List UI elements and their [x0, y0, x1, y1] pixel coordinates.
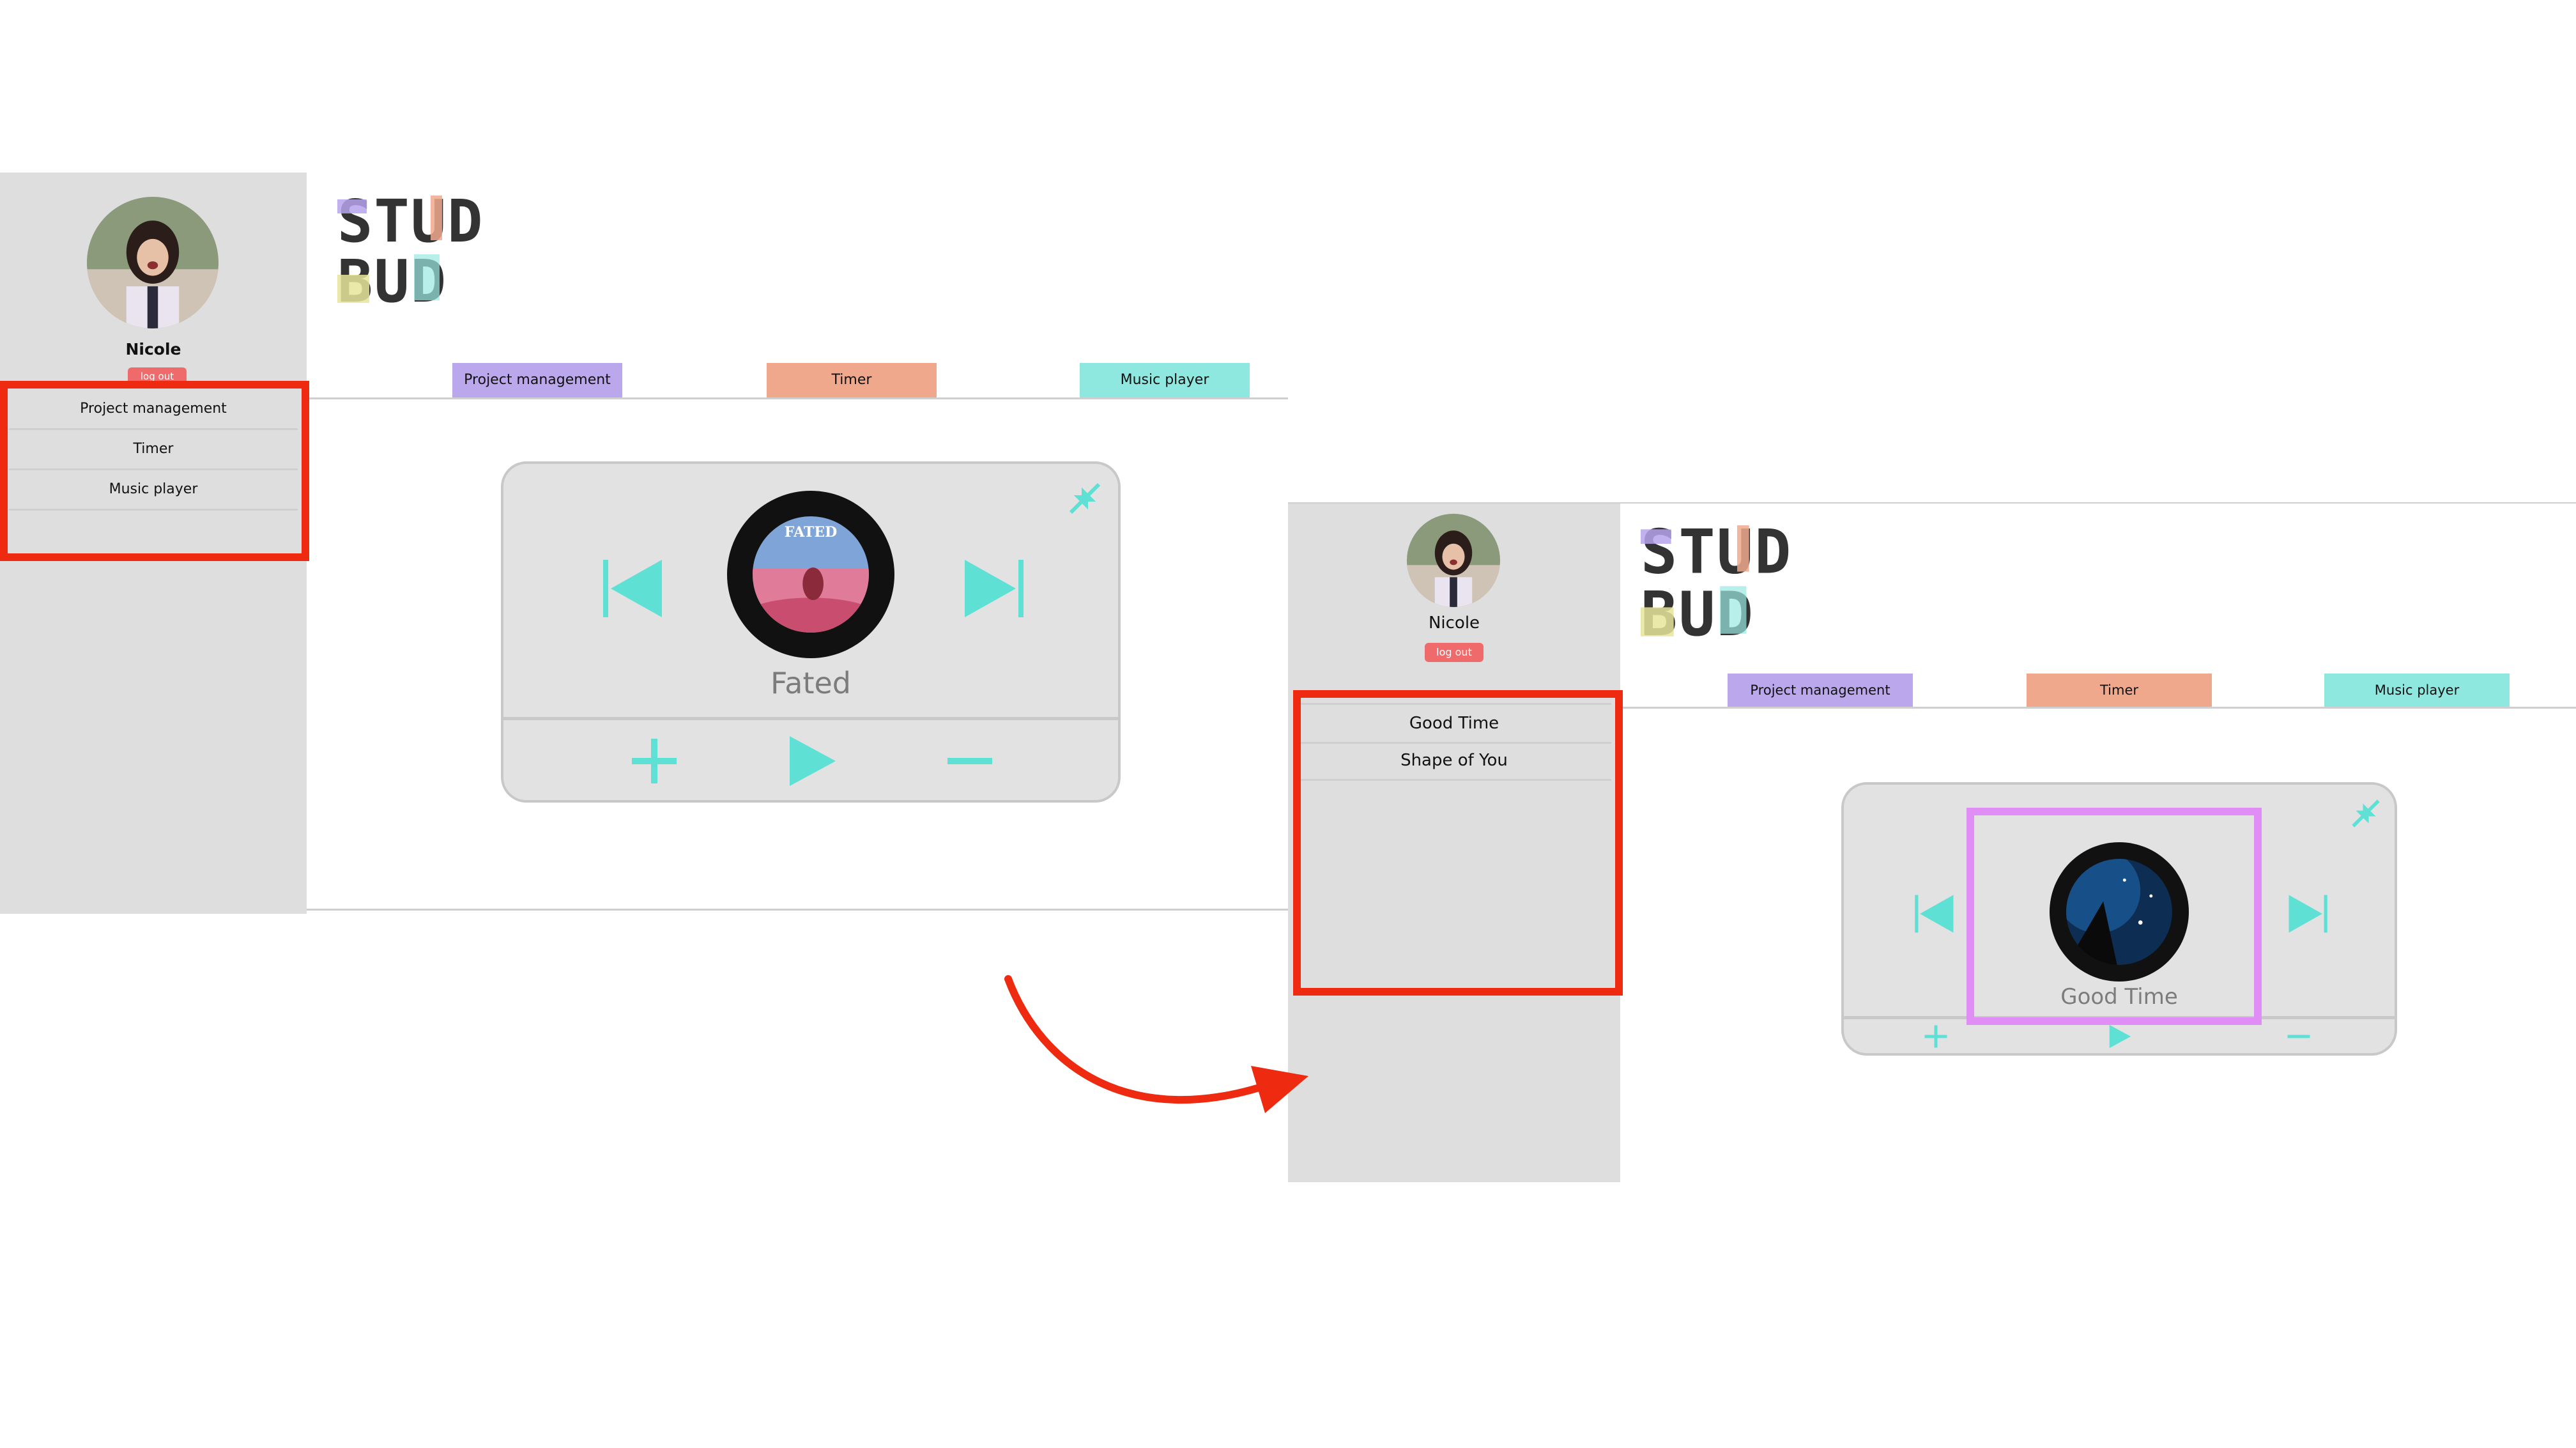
tab-music-player[interactable]: Music player [2324, 674, 2510, 707]
page-bottom-line [307, 909, 1288, 911]
remove-icon[interactable] [944, 736, 995, 787]
add-icon[interactable] [1915, 1024, 1958, 1049]
next-icon[interactable] [2285, 891, 2331, 937]
logout-button[interactable]: log out [1425, 643, 1483, 662]
annotation-box-song-list [1293, 690, 1623, 996]
tab-divider-line [307, 397, 1288, 399]
annotation-box-now-playing [1966, 808, 2262, 1025]
tab-project-management[interactable]: Project management [1728, 674, 1913, 707]
username: Nicole [1428, 613, 1480, 633]
play-icon[interactable] [785, 734, 839, 789]
remove-icon[interactable] [2286, 1024, 2312, 1049]
play-icon[interactable] [2107, 1024, 2133, 1049]
album-cover-text: FATED [784, 524, 838, 541]
username: Nicole [125, 340, 181, 358]
annotation-box-menu-before [0, 381, 309, 561]
studbud-logo: STUD BUD [1641, 518, 1832, 650]
track-title: Fated [770, 666, 851, 700]
tab-project-management[interactable]: Project management [452, 363, 622, 397]
tab-music-player[interactable]: Music player [1080, 363, 1250, 397]
tab-timer[interactable]: Timer [767, 363, 937, 397]
minimize-icon[interactable] [2349, 796, 2383, 831]
avatar [87, 197, 218, 328]
album-cover: FATED [727, 491, 894, 658]
add-icon[interactable] [629, 736, 680, 787]
previous-icon[interactable] [598, 553, 668, 624]
previous-icon[interactable] [1912, 891, 1958, 937]
music-player-card: FATED Fated [501, 461, 1121, 803]
minimize-icon[interactable] [1066, 479, 1104, 518]
studbud-logo: STUD BUD [337, 187, 523, 316]
tab-divider-line [1620, 707, 2576, 709]
next-icon[interactable] [958, 553, 1029, 624]
controls-divider [503, 717, 1118, 720]
transition-arrow [997, 971, 1316, 1125]
avatar [1407, 514, 1500, 607]
tab-timer[interactable]: Timer [2027, 674, 2212, 707]
